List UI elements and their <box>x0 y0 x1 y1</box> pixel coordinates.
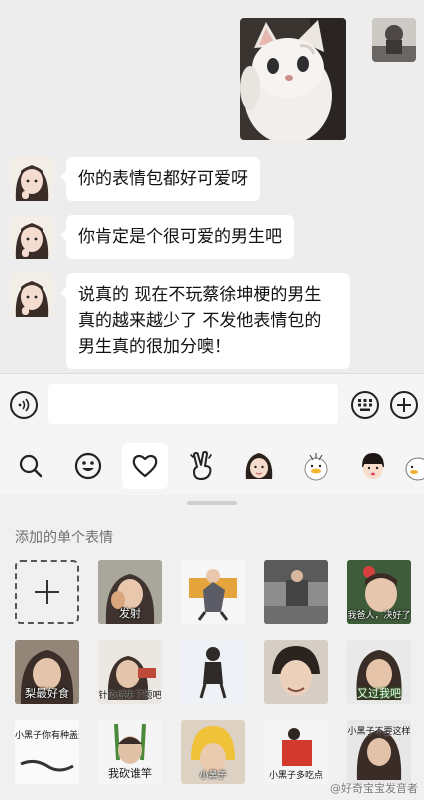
message-text: 你的表情包都好可爱呀 <box>78 169 248 189</box>
voice-button[interactable] <box>10 391 38 419</box>
sticker-2[interactable] <box>181 560 245 624</box>
sticker-pack-more-icon <box>405 457 424 481</box>
sticker-panel: 添加的单个表情 发射 我爸人，决好了 梨最好食 针灸试失了题吧 又过我吧 小黑子… <box>0 495 424 800</box>
voice-icon <box>18 398 30 412</box>
plus-icon <box>397 398 411 412</box>
sticker-8[interactable] <box>264 640 328 704</box>
tab-search[interactable] <box>8 443 54 489</box>
watermark: @好奇宝宝发音者 <box>330 782 418 795</box>
more-button[interactable] <box>390 391 418 419</box>
message-input[interactable] <box>48 384 338 424</box>
sticker-7[interactable] <box>181 640 245 704</box>
cat-image-message[interactable] <box>240 18 346 140</box>
sticker-9[interactable]: 又过我吧 <box>347 640 411 704</box>
message-bubble-3[interactable]: 说真的 现在不玩蔡徐坤梗的男生 真的越来越少了 不发他表情包的 男生真的很加分噢… <box>60 273 350 369</box>
sticker-pack-girl-icon <box>245 453 273 479</box>
contact-avatar[interactable] <box>10 157 54 201</box>
sticker-11[interactable]: 我砍谁竿 <box>98 720 162 784</box>
message-text: 你肯定是个很可爱的男生吧 <box>78 227 282 247</box>
sticker-caption: 我砍谁竿 <box>108 767 152 780</box>
sticker-pack-child-icon <box>362 453 384 479</box>
heart-icon <box>132 454 158 478</box>
tab-favorites[interactable] <box>122 443 168 489</box>
sticker-13[interactable]: 小黑子多吃点 <box>264 720 328 784</box>
sticker-caption: 针灸试失了题吧 <box>98 691 162 701</box>
keyboard-button[interactable] <box>351 391 379 419</box>
message-line: 说真的 现在不玩蔡徐坤梗的男生 <box>78 285 322 305</box>
contact-avatar[interactable] <box>10 273 54 317</box>
drag-handle[interactable] <box>187 501 237 505</box>
sticker-10[interactable]: 小黑子你有种盖这都跟 <box>15 720 79 784</box>
tab-emoji[interactable] <box>65 443 111 489</box>
sticker-caption: 小黑子 <box>199 771 227 781</box>
add-sticker-button[interactable] <box>15 560 79 624</box>
sticker-caption: 小黑子你有种盖这都跟 <box>15 731 79 741</box>
sticker-caption: 梨最好食 <box>25 687 69 700</box>
message-line: 真的越来越少了 不发他表情包的 <box>78 311 322 331</box>
smiley-icon <box>74 452 102 480</box>
tab-sticker-pack-3[interactable] <box>350 443 396 489</box>
contact-avatar[interactable] <box>10 215 54 259</box>
message-line: 男生真的很加分噢！ <box>78 337 231 357</box>
section-title: 添加的单个表情 <box>15 530 113 546</box>
chat-area: 你的表情包都好可爱呀 你肯定是个很可爱的男生吧 说真的 现在不玩蔡徐坤梗的男生 … <box>0 0 424 373</box>
sticker-caption: 又过我吧 <box>357 687 401 700</box>
input-bar <box>0 373 424 437</box>
sticker-1[interactable]: 发射 <box>98 560 162 624</box>
sticker-12[interactable]: 小黑子 <box>181 720 245 784</box>
sticker-caption: 我爸人，决好了 <box>347 611 411 621</box>
message-bubble-2[interactable]: 你肯定是个很可爱的男生吧 <box>60 215 294 259</box>
sticker-4[interactable]: 我爸人，决好了 <box>347 560 411 624</box>
plus-icon <box>35 580 59 604</box>
sticker-grid: 发射 我爸人，决好了 梨最好食 针灸试失了题吧 又过我吧 小黑子你有种盖 我砍谁… <box>15 560 415 800</box>
message-bubble-1[interactable]: 你的表情包都好可爱呀 <box>60 157 260 201</box>
self-avatar[interactable] <box>372 18 416 62</box>
emoji-tab-bar <box>0 437 424 495</box>
tab-sticker-pack-1[interactable] <box>236 443 282 489</box>
sticker-3[interactable] <box>264 560 328 624</box>
tab-gestures[interactable] <box>179 443 225 489</box>
tab-sticker-pack-2[interactable] <box>293 443 339 489</box>
cat-photo <box>240 18 346 140</box>
sticker-5[interactable]: 梨最好食 <box>15 640 79 704</box>
sticker-6[interactable]: 针灸试失了题吧 <box>98 640 162 704</box>
keyboard-icon <box>358 399 372 411</box>
search-icon <box>19 454 43 478</box>
tab-sticker-pack-4[interactable] <box>400 443 424 489</box>
sticker-14[interactable]: 小黑子不要这样 <box>347 720 411 784</box>
sticker-pack-duck-icon <box>304 453 328 481</box>
sticker-caption: 小黑子不要这样 <box>347 727 411 737</box>
peace-hand-icon <box>190 451 212 480</box>
sticker-caption: 小黑子多吃点 <box>268 771 323 781</box>
sticker-caption: 发射 <box>119 607 141 620</box>
